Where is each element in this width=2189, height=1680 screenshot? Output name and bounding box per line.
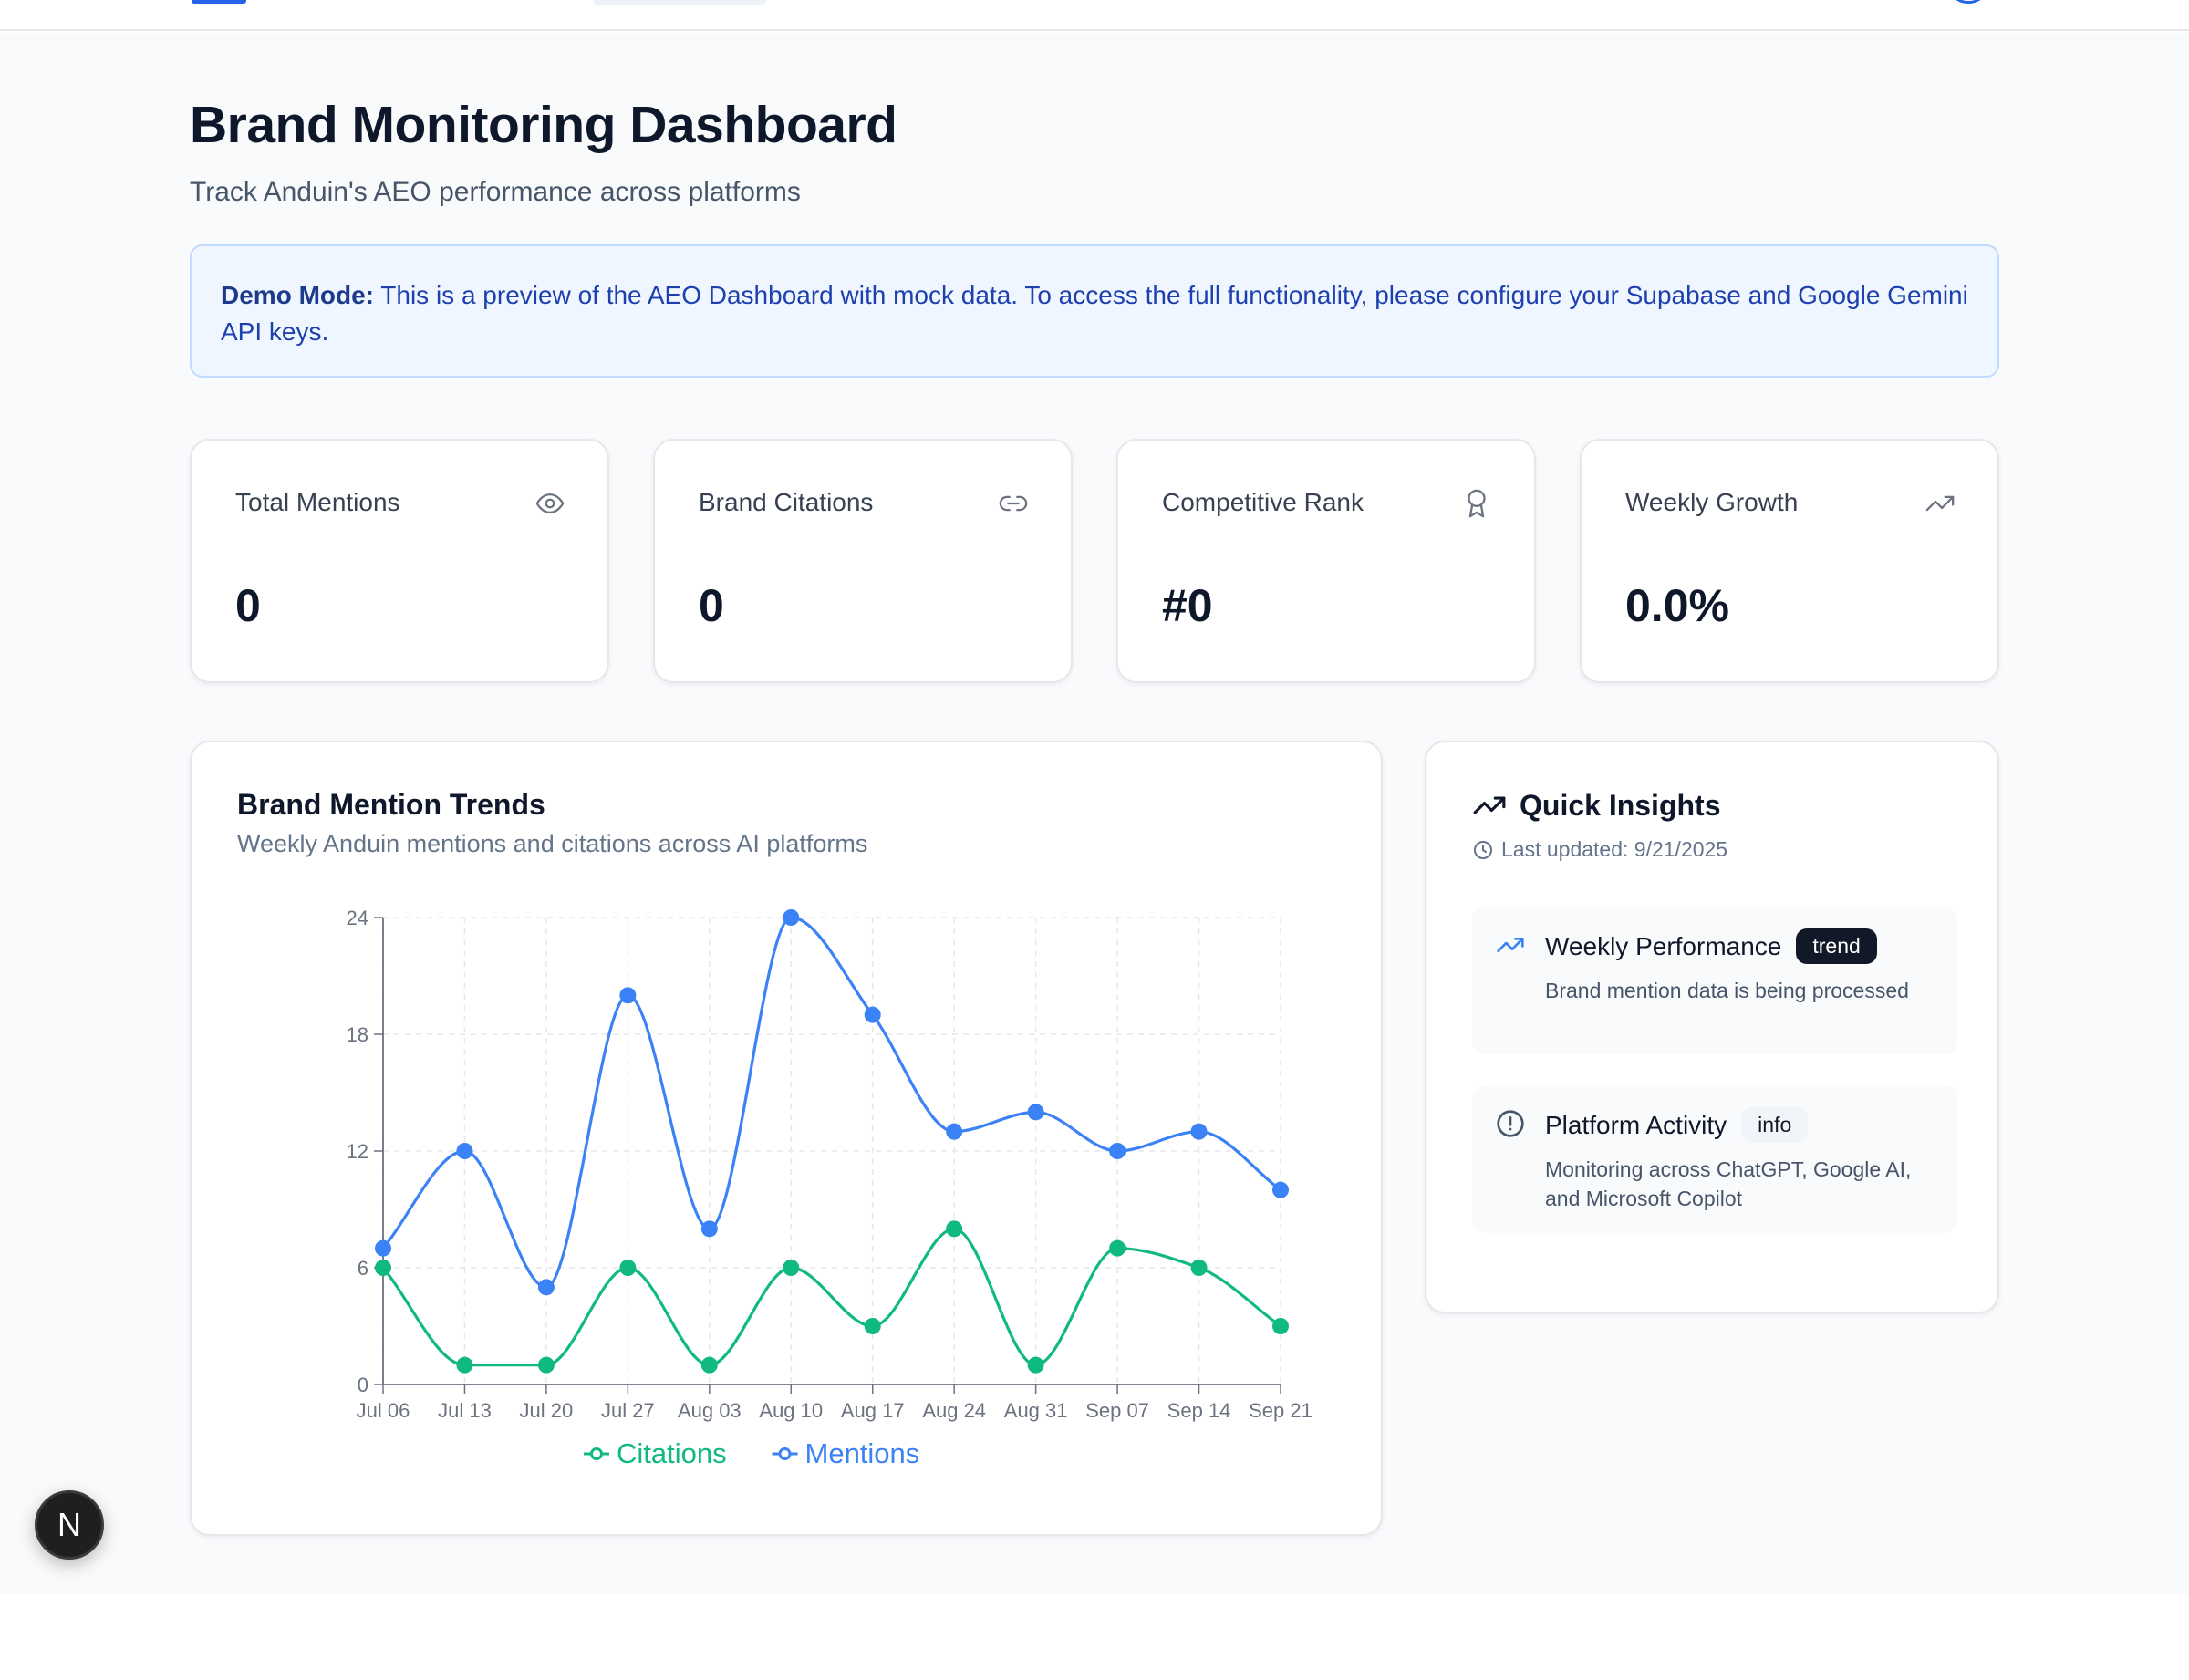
insight-badge: info: [1741, 1107, 1809, 1143]
stat-card-brand-citations: Brand Citations 0: [653, 439, 1073, 683]
x-tick-label: Jul 20: [520, 1399, 574, 1422]
stat-label: Brand Citations: [699, 488, 874, 516]
x-tick-label: Sep 14: [1167, 1399, 1231, 1422]
x-tick-label: Aug 24: [922, 1399, 986, 1422]
citations-legend-marker: [590, 1447, 603, 1460]
x-tick-label: Jul 06: [357, 1399, 410, 1422]
page-title: Brand Monitoring Dashboard: [190, 96, 897, 154]
insight-head: Platform Activity info: [1545, 1107, 1809, 1143]
link-icon: [999, 495, 1028, 512]
mentions-point: [783, 909, 800, 926]
x-tick-label: Sep 21: [1249, 1399, 1312, 1422]
insight-platform-activity[interactable]: Platform Activity info Monitoring across…: [1472, 1085, 1957, 1233]
stat-card-competitive-rank: Competitive Rank #0: [1116, 439, 1536, 683]
stat-value: 0: [235, 580, 261, 631]
mentions-point: [537, 1279, 555, 1296]
insight-head: Weekly Performance trend: [1545, 928, 1877, 964]
citations-point: [1109, 1239, 1126, 1257]
stat-value: #0: [1162, 580, 1213, 631]
insight-name: Platform Activity: [1545, 1110, 1727, 1139]
mentions-point: [1190, 1123, 1208, 1140]
brand-mention-trends-card: Brand Mention Trends Weekly Anduin menti…: [190, 741, 1383, 1536]
trend-line-chart[interactable]: 0 6 12 18 24 Jul 06 Jul 13 Jul 20 Jul 27 Aug 03 Au…: [192, 742, 1385, 1538]
stat-card-weekly-growth: Weekly Growth 0.0%: [1580, 439, 1999, 683]
avatar[interactable]: [1952, 0, 1985, 4]
award-icon: [1468, 489, 1486, 518]
mentions-point: [456, 1143, 473, 1159]
mentions-point: [946, 1123, 963, 1140]
insights-title: Quick Insights: [1520, 788, 1721, 822]
insight-name: Weekly Performance: [1545, 931, 1782, 960]
demo-mode-banner: Demo Mode: This is a preview of the AEO …: [190, 244, 1999, 378]
y-tick-label: 24: [347, 907, 368, 929]
trending-up-icon: [1925, 495, 1955, 512]
trending-up-icon: [1497, 938, 1524, 952]
mentions-point: [700, 1220, 718, 1238]
nav-logo-edge[interactable]: [192, 0, 246, 4]
stat-label: Weekly Growth: [1625, 488, 1799, 516]
mentions-point: [864, 1006, 881, 1023]
y-tick-label: 0: [358, 1374, 368, 1396]
stat-value: 0: [699, 580, 724, 631]
stat-value: 0.0%: [1625, 580, 1729, 631]
mentions-line: [381, 916, 1281, 1289]
mentions-legend-label: Mentions: [805, 1437, 920, 1469]
insight-weekly-performance[interactable]: Weekly Performance trend Brand mention d…: [1472, 907, 1957, 1054]
nav-active-tab-edge[interactable]: [593, 0, 766, 5]
mentions-point: [619, 987, 637, 1004]
clock-icon: [1474, 840, 1492, 859]
mentions-legend-marker: [778, 1447, 792, 1460]
x-tick-label: Aug 31: [1004, 1399, 1068, 1422]
insight-badge: trend: [1796, 928, 1877, 964]
citations-point: [537, 1356, 555, 1374]
citations-legend-label: Citations: [617, 1437, 727, 1469]
citations-point: [864, 1318, 881, 1334]
page-subtitle: Track Anduin's AEO performance across pl…: [190, 177, 801, 207]
citations-point: [1272, 1318, 1289, 1334]
dashboard-page: Brand Monitoring Dashboard Track Anduin'…: [0, 33, 2189, 1594]
eye-icon: [535, 493, 565, 514]
x-tick-label: Sep 07: [1085, 1399, 1149, 1422]
mentions-point: [375, 1239, 391, 1257]
mentions-point: [1109, 1143, 1126, 1159]
alert-circle-icon: [1497, 1110, 1524, 1137]
citations-point: [375, 1260, 391, 1276]
citations-point: [1027, 1356, 1044, 1374]
mentions-point: [1272, 1181, 1289, 1198]
banner-text: This is a preview of the AEO Dashboard w…: [221, 281, 1968, 346]
y-tick-label: 12: [347, 1140, 368, 1163]
banner-label: Demo Mode:: [221, 281, 374, 309]
x-tick-label: Aug 10: [759, 1399, 823, 1422]
insight-description: Brand mention data is being processed: [1545, 979, 1909, 1002]
citations-point: [946, 1220, 963, 1238]
fab-label: N: [57, 1506, 81, 1543]
x-tick-label: Aug 17: [841, 1399, 905, 1422]
stat-label: Competitive Rank: [1162, 488, 1364, 516]
y-tick-label: 6: [358, 1257, 368, 1280]
nextjs-dev-button[interactable]: N: [35, 1490, 104, 1560]
insight-description: Monitoring across ChatGPT, Google AI, an…: [1545, 1157, 1912, 1210]
citations-point: [456, 1356, 473, 1374]
x-tick-label: Jul 13: [438, 1399, 492, 1422]
stat-card-total-mentions: Total Mentions 0: [190, 439, 609, 683]
last-updated-text: Last updated: 9/21/2025: [1501, 837, 1728, 861]
x-tick-label: Aug 03: [678, 1399, 742, 1422]
quick-insights-card: Quick Insights Last updated: 9/21/2025 W…: [1425, 741, 1999, 1313]
page-footer-area: [0, 1594, 2189, 1680]
insights-title-row: Quick Insights: [1472, 788, 1720, 823]
citations-point: [619, 1260, 637, 1276]
mentions-point: [1027, 1104, 1044, 1121]
top-navigation-bar: [0, 0, 2189, 31]
citations-point: [700, 1356, 718, 1374]
x-tick-label: Jul 27: [601, 1399, 655, 1422]
citations-point: [783, 1260, 800, 1276]
last-updated: Last updated: 9/21/2025: [1472, 837, 1727, 862]
trending-up-icon: [1473, 796, 1506, 814]
stat-label: Total Mentions: [235, 488, 400, 516]
citations-point: [1190, 1260, 1208, 1276]
y-tick-label: 18: [347, 1023, 368, 1046]
